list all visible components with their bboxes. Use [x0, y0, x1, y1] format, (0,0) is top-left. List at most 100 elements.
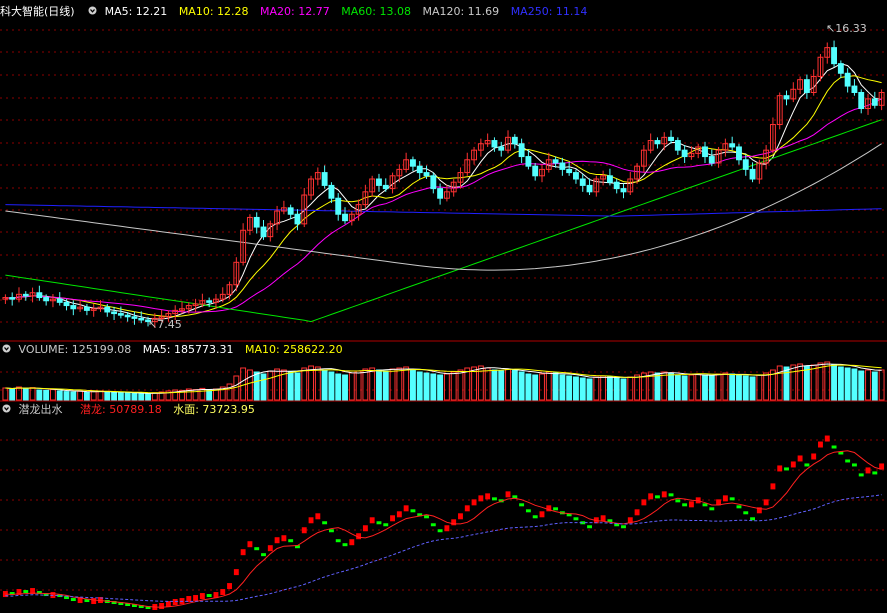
volume-bar [579, 377, 586, 401]
candle-body [858, 91, 865, 110]
volume-bar [111, 391, 118, 401]
volume-bar [824, 361, 831, 401]
qianlong-bar [743, 511, 749, 515]
qianlong-bar [851, 463, 857, 467]
volume-bar [878, 369, 885, 401]
candle-body [573, 172, 579, 180]
ma20-label: MA20: 12.77 [260, 5, 330, 18]
stock-chart[interactable] [0, 0, 887, 613]
qianlong-bar [770, 483, 776, 490]
volume-bar [287, 371, 294, 401]
qianlong-bar [369, 517, 375, 524]
volume-bar [362, 368, 369, 401]
volume-bar [749, 376, 756, 401]
volume-bar [335, 373, 342, 401]
qianlong-bar [709, 507, 715, 511]
qianlong-bar [193, 595, 199, 602]
candle-body [871, 98, 878, 106]
qianlong-bar [532, 515, 538, 519]
qianlong-bar [227, 583, 232, 590]
qianlong-bar [722, 495, 728, 502]
volume-bar [70, 391, 77, 401]
toggle-icon[interactable] [2, 404, 11, 413]
qianlong-bar [865, 467, 871, 474]
volume-bar [376, 369, 382, 401]
candle-body [606, 175, 613, 183]
qianlong-bar [410, 509, 416, 513]
volume-bar [226, 383, 233, 401]
volume-bar [566, 375, 573, 401]
volume-bar [539, 373, 545, 401]
volume-bar [138, 393, 145, 401]
volume-bar [797, 363, 804, 401]
qianlong-bar [430, 523, 436, 527]
qianlong-bar [458, 513, 463, 520]
qianlong-label: 潜龙: 50789.18 [80, 403, 162, 416]
qianlong-bar [587, 525, 592, 529]
volume-bar [708, 375, 715, 401]
qianlong-bar [729, 497, 735, 501]
ma120-label: MA120: 11.69 [422, 5, 500, 18]
candle-body [749, 168, 756, 180]
toggle-icon[interactable] [88, 6, 97, 15]
candle-body [430, 175, 437, 190]
candle-body [803, 79, 810, 93]
qianlong-bar [811, 453, 817, 460]
candle-body [321, 172, 328, 186]
candle-body [668, 136, 674, 142]
candle-body [681, 149, 688, 158]
candle-body [111, 311, 118, 315]
candle-body [376, 178, 382, 186]
volume-bar [674, 374, 681, 401]
volume-bar [654, 372, 661, 401]
price-candles [2, 40, 885, 328]
volume-bar [416, 371, 423, 401]
candle-body [559, 162, 566, 170]
qianlong-bar [281, 535, 287, 542]
volume-bar [36, 389, 43, 401]
volume-bar [450, 371, 457, 401]
qianlong-bar [668, 493, 674, 497]
qianlong-bar [390, 515, 396, 522]
qianlong-bar [750, 517, 755, 521]
volume-label: VOLUME: 125199.08 [18, 343, 132, 356]
qianlong-bar [274, 537, 280, 544]
volume-bar [83, 391, 90, 401]
volume-bar [117, 392, 124, 401]
volume-bar [491, 369, 498, 401]
qianlong-bar [471, 499, 477, 506]
qianlong-bar [688, 501, 694, 508]
volume-bar [9, 388, 16, 401]
qianlong-bar [383, 523, 389, 527]
volume-bar [443, 373, 450, 401]
stock-title: 科大智能(日线) [0, 5, 75, 18]
qianlong-bar [634, 509, 640, 516]
volume-bar [464, 367, 471, 401]
volume-bar [871, 371, 878, 401]
ma5-label: MA5: 12.21 [104, 5, 168, 18]
toggle-icon[interactable] [2, 344, 11, 353]
candle-body [552, 159, 559, 164]
candle-body [335, 197, 342, 215]
candle-body [831, 47, 838, 65]
qianlong-bar [376, 521, 382, 525]
volume-bar [661, 371, 668, 401]
volume-bar [29, 387, 36, 401]
candle-body [342, 213, 348, 222]
volume-bar [396, 367, 403, 401]
qianlong-bar [301, 527, 307, 534]
qianlong-bar [790, 461, 796, 468]
qianlong-bar [315, 513, 321, 520]
volume-bar [559, 374, 566, 401]
volume-bar [552, 372, 559, 401]
candle-body [702, 146, 708, 158]
candle-body [43, 297, 50, 302]
qianlong-bar [322, 521, 328, 525]
volume-bars [2, 361, 885, 401]
qianlong-bar [159, 603, 165, 610]
candle-body [294, 213, 301, 225]
candle-body [22, 293, 29, 297]
qianlong-bar [525, 509, 531, 513]
candle-body [613, 181, 620, 190]
volume-bar [756, 374, 763, 401]
